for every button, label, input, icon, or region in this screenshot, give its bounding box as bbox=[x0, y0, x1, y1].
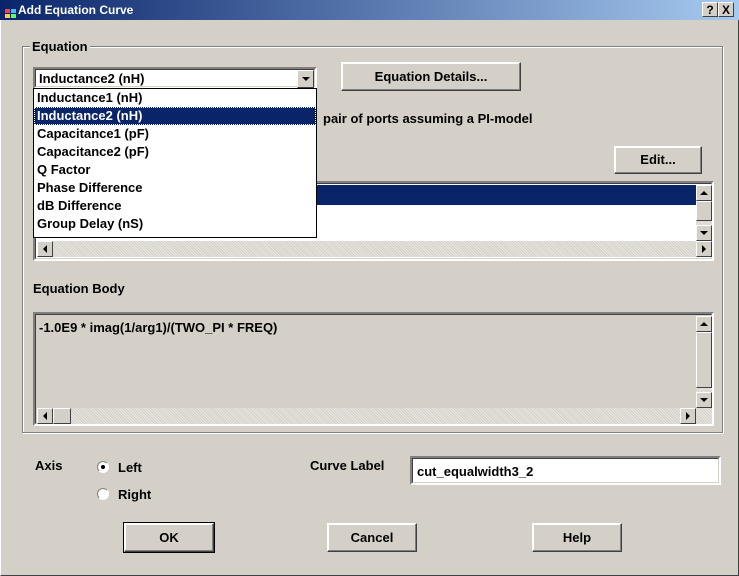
radio-unchecked-icon bbox=[97, 488, 109, 500]
dropdown-option[interactable]: Capacitance1 (pF) bbox=[34, 125, 316, 143]
equation-select-value: Inductance2 (nH) bbox=[39, 71, 145, 86]
dropdown-option[interactable]: Phase Difference bbox=[34, 179, 316, 197]
chevron-down-icon bbox=[301, 77, 310, 81]
scroll-up-button[interactable] bbox=[696, 316, 712, 332]
dropdown-option-selected[interactable]: Inductance2 (nH) bbox=[34, 107, 316, 125]
arrow-right-icon bbox=[686, 412, 690, 420]
close-icon: X bbox=[721, 3, 730, 17]
scroll-thumb[interactable] bbox=[696, 201, 712, 221]
scroll-right-button[interactable] bbox=[680, 408, 696, 424]
arrow-up-icon bbox=[700, 322, 708, 326]
arrow-down-icon bbox=[700, 398, 708, 402]
arrow-left-icon bbox=[43, 412, 47, 420]
arrow-down-icon bbox=[700, 231, 708, 235]
equation-body-label: Equation Body bbox=[33, 281, 125, 296]
scroll-thumb[interactable] bbox=[53, 408, 71, 424]
dropdown-option[interactable]: Group Delay (nS) bbox=[34, 215, 316, 233]
help-title-button[interactable]: ? bbox=[702, 2, 718, 17]
window-title: Add Equation Curve bbox=[18, 3, 134, 17]
scroll-down-button[interactable] bbox=[696, 392, 712, 408]
dropdown-option[interactable]: Q Factor bbox=[34, 161, 316, 179]
app-icon bbox=[5, 6, 16, 18]
scroll-left-button[interactable] bbox=[37, 408, 53, 424]
arrow-up-icon bbox=[700, 191, 708, 195]
ok-button[interactable]: OK bbox=[123, 522, 215, 553]
axis-label: Axis bbox=[35, 458, 63, 473]
axis-left-label: Left bbox=[118, 460, 142, 475]
dropdown-option[interactable]: Capacitance2 (pF) bbox=[34, 143, 316, 161]
axis-left-radio[interactable]: Left bbox=[97, 460, 177, 476]
question-icon: ? bbox=[706, 3, 714, 17]
radio-checked-icon bbox=[97, 461, 109, 473]
curve-label-input[interactable]: cut_equalwidth3_2 bbox=[410, 456, 721, 485]
dropdown-option[interactable]: Inductance1 (nH) bbox=[34, 89, 316, 107]
equation-body-text[interactable]: -1.0E9 * imag(1/arg1)/(TWO_PI * FREQ) bbox=[33, 312, 714, 426]
arguments-vscroll[interactable] bbox=[696, 185, 712, 241]
scroll-down-button[interactable] bbox=[696, 225, 712, 241]
body-vscroll[interactable] bbox=[696, 316, 712, 408]
dropdown-option[interactable]: dB Difference bbox=[34, 197, 316, 215]
equation-description: pair of ports assuming a PI-model bbox=[323, 111, 533, 126]
cancel-button[interactable]: Cancel bbox=[327, 523, 417, 552]
axis-right-label: Right bbox=[118, 487, 152, 502]
curve-label-caption: Curve Label bbox=[310, 458, 385, 473]
equation-group-label: Equation bbox=[30, 39, 90, 54]
dropdown-button[interactable] bbox=[297, 70, 314, 88]
equation-select[interactable]: Inductance2 (nH) bbox=[33, 67, 317, 89]
axis-right-radio[interactable]: Right bbox=[97, 487, 177, 503]
scroll-right-button[interactable] bbox=[696, 241, 712, 257]
arguments-hscroll[interactable] bbox=[37, 241, 712, 257]
curve-label-value: cut_equalwidth3_2 bbox=[417, 464, 534, 479]
arrow-left-icon bbox=[43, 245, 47, 253]
scroll-left-button[interactable] bbox=[37, 241, 53, 257]
scroll-up-button[interactable] bbox=[696, 185, 712, 201]
help-button[interactable]: Help bbox=[532, 523, 622, 552]
edit-button[interactable]: Edit... bbox=[614, 146, 702, 174]
close-button[interactable]: X bbox=[718, 2, 734, 17]
equation-details-button[interactable]: Equation Details... bbox=[341, 62, 521, 91]
scroll-thumb[interactable] bbox=[696, 332, 712, 388]
equation-body-value: -1.0E9 * imag(1/arg1)/(TWO_PI * FREQ) bbox=[39, 320, 278, 335]
equation-dropdown-list[interactable]: Inductance1 (nH) Inductance2 (nH) Capaci… bbox=[33, 88, 317, 238]
title-bar[interactable]: Add Equation Curve ? X bbox=[0, 0, 739, 20]
arrow-right-icon bbox=[702, 245, 706, 253]
body-hscroll[interactable] bbox=[37, 408, 712, 424]
